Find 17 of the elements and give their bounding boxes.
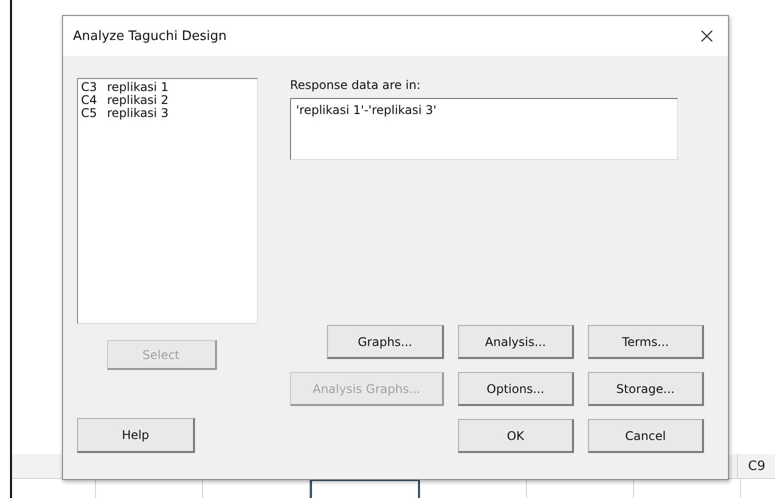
response-label: Response data are in: [290, 78, 422, 92]
option-button[interactable]: Analysis... [458, 325, 574, 359]
option-button[interactable]: Storage... [588, 372, 704, 406]
variable-item[interactable]: C4 replikasi 2 [81, 94, 254, 107]
column-header: C9 [748, 458, 766, 474]
option-button[interactable]: Graphs... [327, 325, 444, 359]
response-field[interactable]: 'replikasi 1'-'replikasi 3' [290, 98, 678, 160]
variable-item[interactable]: C5 replikasi 3 [81, 107, 254, 120]
help-button[interactable]: Help [77, 418, 195, 453]
option-button[interactable]: Options... [458, 372, 574, 406]
close-button[interactable]: × [694, 24, 720, 48]
option-button[interactable]: Terms... [588, 325, 704, 359]
variable-item[interactable]: C3 replikasi 1 [81, 81, 254, 94]
cancel-button[interactable]: Cancel [588, 419, 704, 453]
window-title: Analyze Taguchi Design [73, 28, 227, 44]
variable-list[interactable]: C3 replikasi 1 C4 replikasi 2 C5 replikasi 3 [77, 78, 258, 324]
ok-button[interactable]: OK [458, 419, 574, 453]
